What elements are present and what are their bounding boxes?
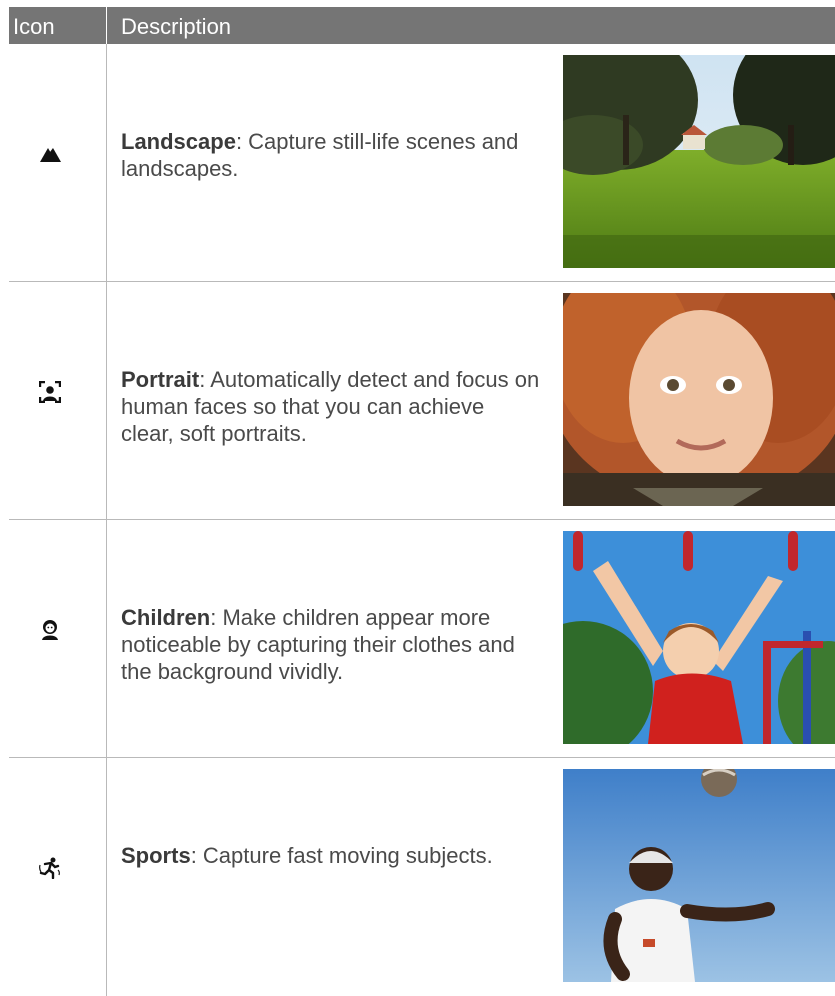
table-row: Children: Make children appear more noti… — [9, 520, 835, 758]
row-title: Portrait — [121, 367, 200, 392]
table-row: Sports: Capture fast moving subjects. — [9, 758, 835, 996]
header-description-label: Description — [121, 14, 232, 39]
column-divider — [106, 758, 107, 996]
row-text: : Capture fast moving subjects. — [190, 843, 493, 868]
row-description: Landscape: Capture still-life scenes and… — [121, 128, 541, 182]
children-photo — [563, 531, 835, 744]
row-description: Portrait: Automatically detect and focus… — [121, 366, 541, 447]
table-header: Icon Description — [9, 7, 835, 44]
sports-photo — [563, 769, 835, 982]
header-divider — [106, 7, 107, 44]
column-divider — [106, 282, 107, 520]
row-description: Children: Make children appear more noti… — [121, 604, 541, 685]
sports-icon — [39, 857, 61, 880]
portrait-icon — [38, 380, 62, 404]
landscape-icon — [39, 143, 61, 165]
scene-mode-table: Icon Description Landscape: Capture stil… — [9, 7, 835, 996]
table-row: Landscape: Capture still-life scenes and… — [9, 44, 835, 282]
row-description: Sports: Capture fast moving subjects. — [121, 842, 541, 869]
header-icon-label: Icon — [13, 14, 55, 39]
portrait-photo — [563, 293, 835, 506]
children-icon — [39, 619, 61, 641]
column-divider — [106, 44, 107, 282]
table-row: Portrait: Automatically detect and focus… — [9, 282, 835, 520]
landscape-photo — [563, 55, 835, 268]
column-divider — [106, 520, 107, 758]
row-title: Children — [121, 605, 211, 630]
row-title: Sports — [121, 843, 191, 868]
row-title: Landscape — [121, 129, 236, 154]
